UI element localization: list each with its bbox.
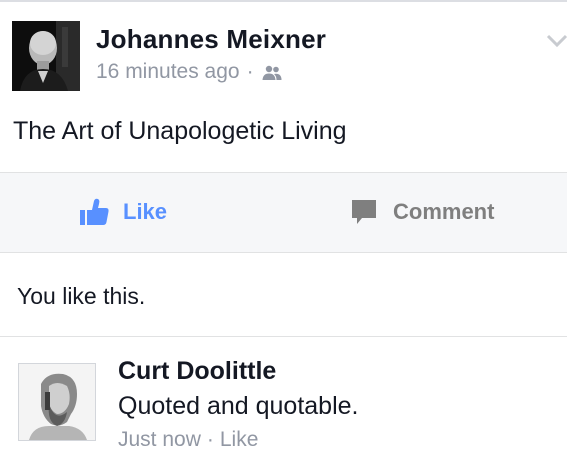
like-button[interactable]: Like	[79, 197, 167, 227]
comment-button[interactable]: Comment	[351, 197, 494, 227]
friends-icon	[262, 65, 282, 80]
post-timestamp[interactable]: 16 minutes ago	[96, 60, 240, 84]
post-header: Johannes Meixner 16 minutes ago ·	[0, 0, 567, 104]
like-label: Like	[123, 199, 168, 224]
likes-summary[interactable]: You like this.	[17, 283, 145, 310]
meta-separator: ·	[246, 60, 254, 83]
divider	[0, 336, 567, 337]
commenter-avatar[interactable]	[18, 363, 96, 441]
author-name[interactable]: Johannes Meixner	[96, 24, 326, 55]
author-avatar[interactable]	[12, 21, 80, 91]
comment-like-link[interactable]: Like	[220, 428, 259, 452]
post-meta: 16 minutes ago ·	[96, 60, 283, 84]
action-bar: Like Comment	[0, 172, 567, 253]
post-text: The Art of Unapologetic Living	[13, 117, 347, 145]
speech-bubble-icon	[352, 200, 376, 224]
comment-timestamp: Just now	[118, 428, 201, 451]
comment-meta: Just now · Like	[118, 428, 258, 452]
comment-meta-separator: ·	[206, 428, 214, 451]
chevron-down-icon[interactable]	[546, 34, 567, 48]
commenter-name[interactable]: Curt Doolittle	[118, 357, 276, 386]
comment-label: Comment	[393, 199, 495, 224]
comment-text: Quoted and quotable.	[118, 392, 359, 420]
thumbs-up-icon	[80, 198, 109, 225]
